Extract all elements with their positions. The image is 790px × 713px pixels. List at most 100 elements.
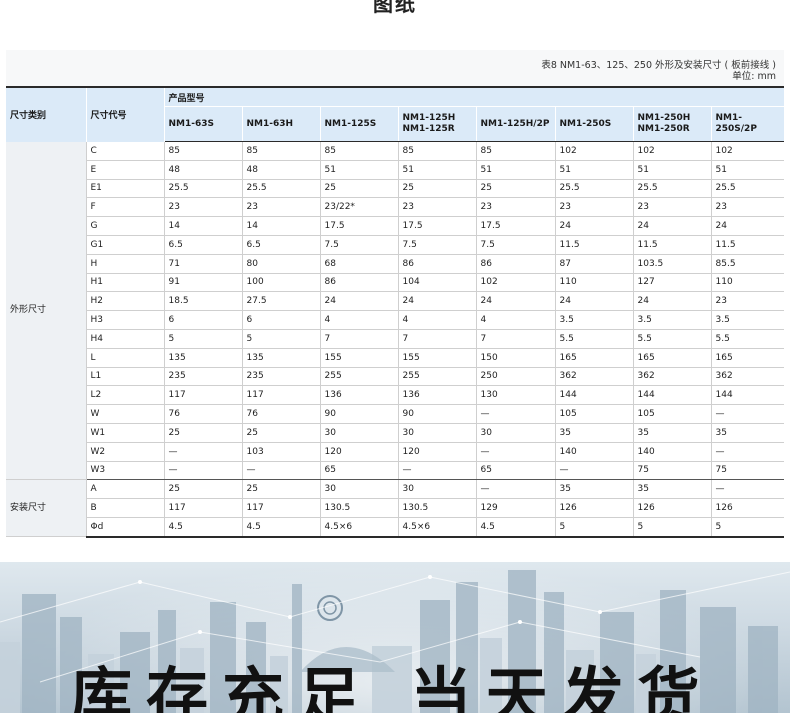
value-cell: 5	[632, 517, 711, 538]
code-cell: H4	[85, 329, 164, 349]
value-cell: 4	[475, 310, 555, 330]
value-cell: —	[163, 461, 242, 481]
value-cell: 155	[397, 348, 476, 368]
value-cell: 4.5×6	[397, 517, 476, 538]
value-cell: 23	[554, 197, 633, 218]
value-cell: 117	[241, 498, 320, 518]
value-cell: 25	[319, 179, 398, 199]
value-cell: 4	[397, 310, 476, 330]
code-cell: L1	[85, 367, 164, 387]
header-model: NM1-63S	[163, 106, 242, 142]
header-model: NM1-125H NM1-125R	[397, 106, 476, 142]
value-cell: 71	[163, 254, 242, 274]
value-cell: 105	[632, 404, 711, 424]
code-cell: W3	[85, 461, 164, 481]
code-cell: C	[85, 141, 164, 161]
value-cell: 51	[397, 160, 476, 180]
code-cell: A	[85, 479, 164, 500]
value-cell: 130.5	[319, 498, 398, 518]
value-cell: 165	[632, 348, 711, 368]
value-cell: 75	[710, 461, 785, 481]
table-row: W1 25 25 30 30 30 35 35 35	[6, 423, 785, 443]
header-model: NM1-125H/2P	[475, 106, 555, 142]
code-cell: W2	[85, 442, 164, 462]
table-row: H 71 80 68 86 86 87 103.5 85.5	[6, 254, 785, 274]
value-cell: 51	[475, 160, 555, 180]
value-cell: 3.5	[710, 310, 785, 330]
value-cell: 85.5	[710, 254, 785, 274]
value-cell: 144	[710, 385, 785, 406]
code-cell: L	[85, 348, 164, 368]
value-cell: 25.5	[710, 179, 785, 199]
value-cell: 85	[241, 141, 320, 161]
value-cell: 25	[241, 423, 320, 443]
value-cell: 23	[397, 197, 476, 218]
value-cell: 7	[397, 329, 476, 349]
value-cell: —	[710, 442, 785, 462]
value-cell: 103.5	[632, 254, 711, 274]
value-cell: 85	[163, 141, 242, 161]
value-cell: 5.5	[710, 329, 785, 349]
value-cell: 362	[632, 367, 711, 387]
table-row: H4 5 5 7 7 7 5.5 5.5 5.5	[6, 329, 785, 349]
value-cell: 90	[397, 404, 476, 424]
value-cell: 136	[397, 385, 476, 406]
value-cell: 23	[632, 197, 711, 218]
table-row: L2 117 117 136 136 130 144 144 144	[6, 385, 785, 406]
value-cell: 65	[319, 461, 398, 481]
value-cell: 23	[710, 197, 785, 218]
table-row: E1 25.5 25.5 25 25 25 25.5 25.5 25.5	[6, 179, 785, 199]
table-row: 安装尺寸 A 25 25 30 30—35 35—	[6, 479, 785, 538]
dimension-table-panel: 表8 NM1-63、125、250 外形及安装尺寸 ( 板前接线 ) 单位: m…	[6, 50, 785, 538]
value-cell: 6.5	[163, 235, 242, 255]
value-cell: 90	[319, 404, 398, 424]
value-cell: 24	[554, 291, 633, 312]
value-cell: 86	[397, 254, 476, 274]
table-row: G1 6.5 6.5 7.5 7.5 7.5 11.5 11.5 11.5	[6, 235, 785, 255]
value-cell: 255	[397, 367, 476, 387]
value-cell: 150	[475, 348, 555, 368]
table-row: H1 91 100 86 104 102 110 127 110	[6, 273, 785, 293]
value-cell: 24	[319, 291, 398, 312]
value-cell: 35	[632, 423, 711, 443]
value-cell: 75	[632, 461, 711, 481]
code-cell: W	[85, 404, 164, 424]
value-cell: 5.5	[632, 329, 711, 349]
code-cell: B	[85, 498, 164, 518]
code-cell: H3	[85, 310, 164, 330]
value-cell: 362	[554, 367, 633, 387]
value-cell: 235	[241, 367, 320, 387]
header-code: 尺寸代号	[86, 86, 165, 142]
value-cell: 30	[475, 423, 555, 443]
value-cell: 85	[397, 141, 476, 161]
value-cell: 23	[710, 291, 785, 312]
value-cell: 27.5	[241, 291, 320, 312]
code-cell: H2	[85, 291, 164, 312]
value-cell: 35	[710, 423, 785, 443]
value-cell: 130	[475, 385, 555, 406]
value-cell: 155	[319, 348, 398, 368]
value-cell: 30	[397, 479, 476, 500]
header-model-group: 产品型号	[164, 86, 785, 107]
value-cell: 24	[554, 216, 633, 236]
code-cell: G	[85, 216, 164, 236]
value-cell: 4.5	[475, 517, 555, 538]
value-cell: 140	[632, 442, 711, 462]
value-cell: 135	[163, 348, 242, 368]
value-cell: 102	[632, 141, 711, 161]
code-cell: E1	[85, 179, 164, 199]
value-cell: 6	[163, 310, 242, 330]
value-cell: 110	[554, 273, 633, 293]
value-cell: 129	[475, 498, 555, 518]
value-cell: 4.5×6	[319, 517, 398, 538]
table-row: W 76 76 90 90—105 105—	[6, 404, 785, 424]
caption-unit: 单位: mm	[732, 71, 776, 82]
value-cell: 30	[319, 479, 398, 500]
value-cell: 48	[163, 160, 242, 180]
value-cell: 110	[710, 273, 785, 293]
value-cell: 117	[241, 385, 320, 406]
header-model: NM1-250S/2P	[710, 106, 785, 142]
value-cell: 25.5	[241, 179, 320, 199]
value-cell: 11.5	[632, 235, 711, 255]
value-cell: —	[710, 404, 785, 424]
